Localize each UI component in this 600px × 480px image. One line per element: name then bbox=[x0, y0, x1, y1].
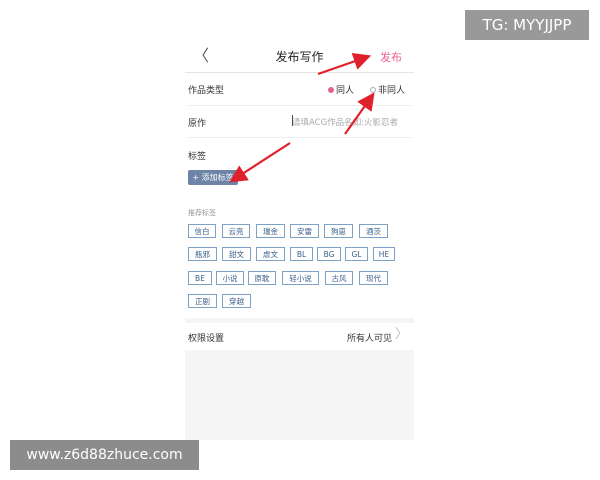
arrow-to-not-same-icon bbox=[344, 92, 375, 135]
tg-watermark: TG: MYYJJPP bbox=[465, 10, 589, 40]
arrow-to-publish-icon bbox=[317, 53, 372, 76]
annotation-arrows bbox=[229, 53, 375, 183]
arrow-to-add-tag-icon bbox=[229, 142, 291, 183]
site-watermark: www.z6d88zhuce.com bbox=[10, 440, 199, 470]
